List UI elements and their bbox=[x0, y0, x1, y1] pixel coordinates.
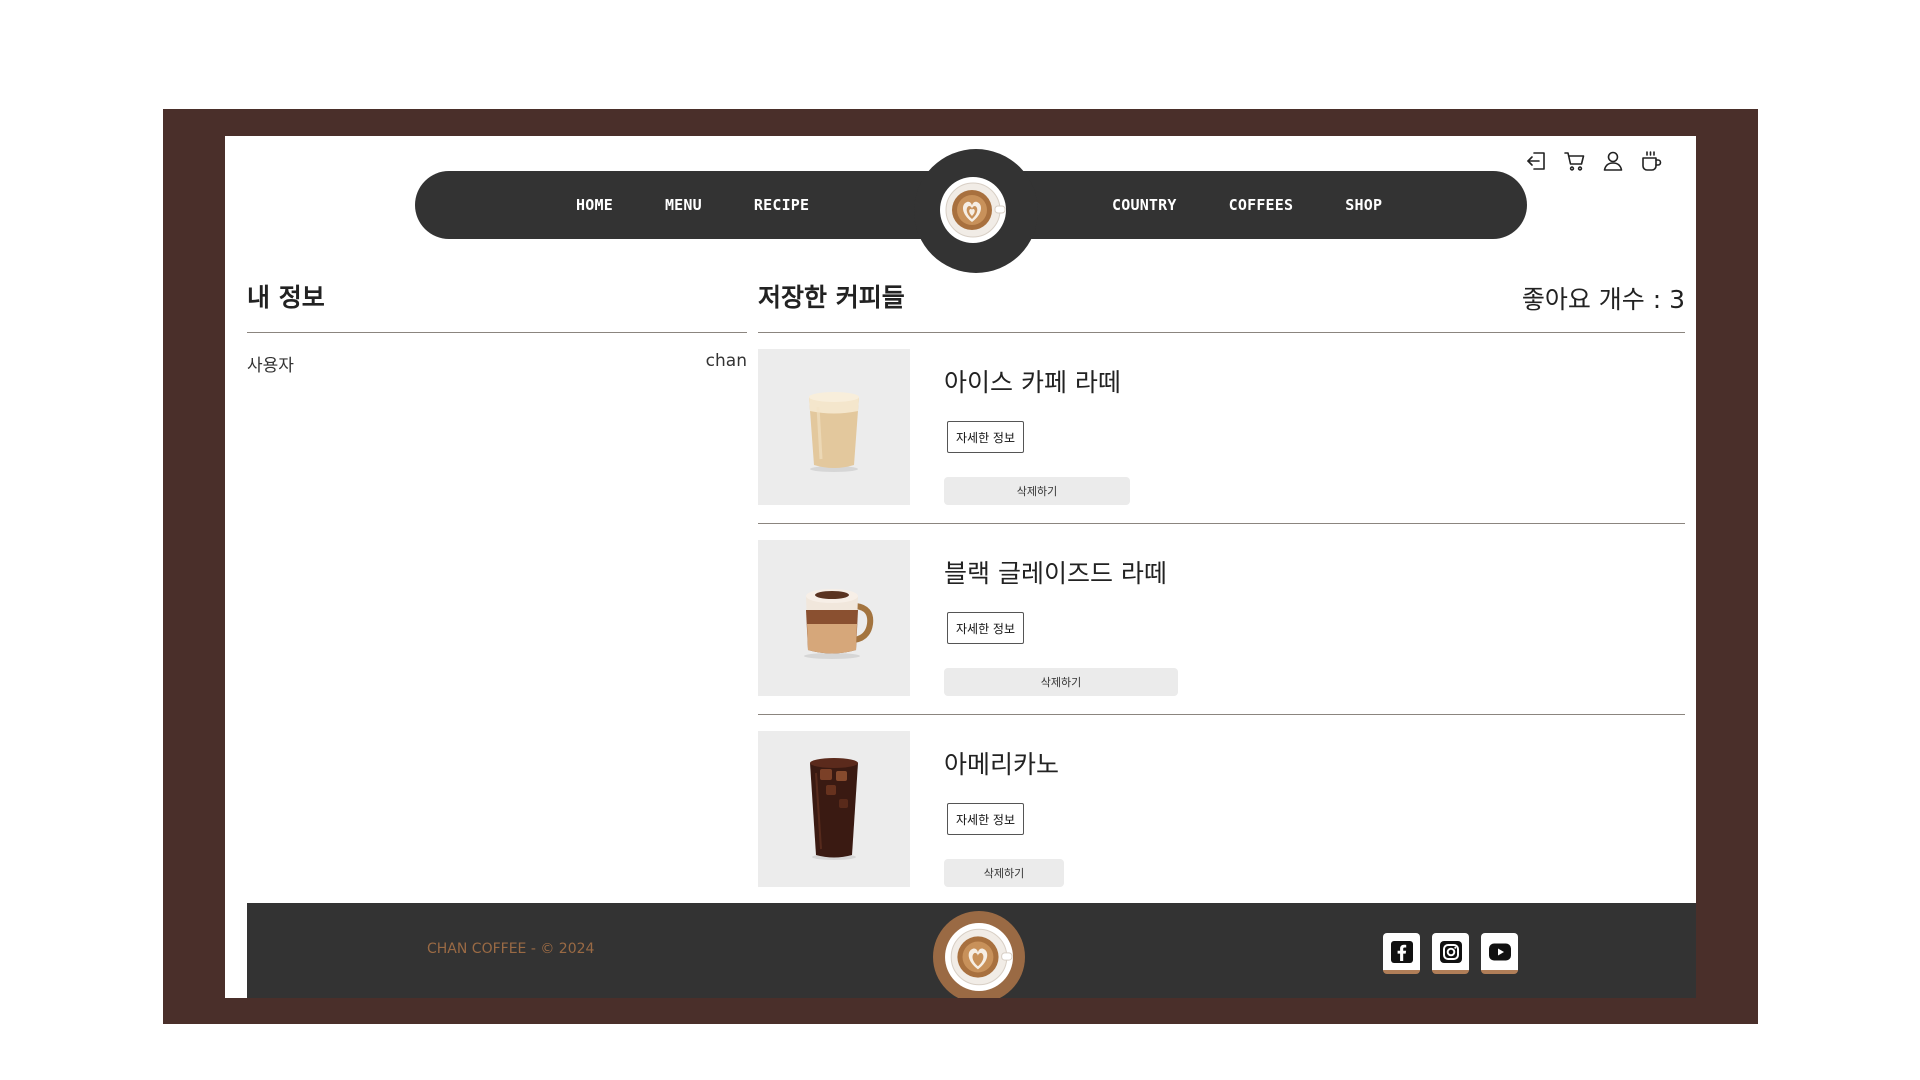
glazed-latte-mug-image bbox=[804, 589, 874, 659]
latte-art-logo[interactable] bbox=[939, 176, 1007, 244]
nav-right-links: COUNTRY COFFEES SHOP bbox=[1112, 171, 1382, 239]
coffee-image bbox=[758, 349, 910, 505]
nav-shop[interactable]: SHOP bbox=[1345, 196, 1382, 214]
user-label: 사용자 bbox=[247, 356, 294, 376]
user-icon[interactable] bbox=[1600, 148, 1626, 174]
page: HOME MENU RECIPE COUNTRY COFFEES SHOP 내 … bbox=[225, 136, 1696, 998]
detail-button[interactable]: 자세한 정보 bbox=[947, 421, 1025, 453]
coffee-item: 블랙 글레이즈드 라떼 자세한 정보 삭제하기 bbox=[758, 524, 1685, 715]
detail-button[interactable]: 자세한 정보 bbox=[947, 612, 1025, 644]
nav-menu[interactable]: MENU bbox=[665, 196, 702, 214]
user-info-row: 사용자 chan bbox=[247, 351, 747, 376]
user-value: chan bbox=[705, 351, 747, 371]
youtube-icon[interactable] bbox=[1481, 933, 1518, 974]
profile-title: 내 정보 bbox=[247, 283, 325, 312]
outer-frame: HOME MENU RECIPE COUNTRY COFFEES SHOP 내 … bbox=[163, 109, 1758, 1024]
header-utility-icons bbox=[1524, 148, 1664, 174]
coffee-cup-icon[interactable] bbox=[1638, 148, 1664, 174]
saved-coffees-section: 저장한 커피들 좋아요 개수 : 3 아이스 카페 라떼 자세한 정보 삭제하기… bbox=[758, 278, 1685, 905]
detail-button[interactable]: 자세한 정보 bbox=[947, 803, 1025, 835]
profile-section: 내 정보 사용자 chan bbox=[247, 278, 747, 376]
cart-icon[interactable] bbox=[1562, 148, 1588, 174]
iced-latte-image bbox=[809, 392, 859, 472]
facebook-icon[interactable] bbox=[1383, 933, 1420, 974]
login-icon[interactable] bbox=[1524, 148, 1550, 174]
coffee-name: 블랙 글레이즈드 라떼 bbox=[944, 559, 1167, 588]
nav-home[interactable]: HOME bbox=[576, 196, 613, 214]
coffee-item: 아메리카노 자세한 정보 삭제하기 bbox=[758, 715, 1685, 905]
delete-button[interactable]: 삭제하기 bbox=[944, 859, 1064, 887]
coffee-name: 아메리카노 bbox=[944, 750, 1060, 779]
profile-divider bbox=[247, 332, 747, 333]
instagram-icon[interactable] bbox=[1432, 933, 1469, 974]
coffee-image bbox=[758, 731, 910, 887]
coffee-image bbox=[758, 540, 910, 696]
copyright-text: CHAN COFFEE - © 2024 bbox=[427, 941, 595, 957]
delete-button[interactable]: 삭제하기 bbox=[944, 477, 1130, 505]
nav-country[interactable]: COUNTRY bbox=[1112, 196, 1177, 214]
footer-latte-logo[interactable] bbox=[944, 922, 1014, 992]
delete-button[interactable]: 삭제하기 bbox=[944, 668, 1178, 696]
nav-left-links: HOME MENU RECIPE bbox=[576, 171, 809, 239]
nav-coffees[interactable]: COFFEES bbox=[1229, 196, 1294, 214]
footer: CHAN COFFEE - © 2024 bbox=[247, 903, 1696, 998]
iced-americano-image bbox=[810, 758, 858, 860]
saved-title: 저장한 커피들 bbox=[758, 283, 905, 312]
social-links bbox=[1383, 933, 1518, 974]
coffee-item: 아이스 카페 라떼 자세한 정보 삭제하기 bbox=[758, 333, 1685, 524]
saved-header: 저장한 커피들 좋아요 개수 : 3 bbox=[758, 278, 1685, 318]
nav-recipe[interactable]: RECIPE bbox=[754, 196, 809, 214]
like-count: 좋아요 개수 : 3 bbox=[1521, 285, 1685, 314]
coffee-name: 아이스 카페 라떼 bbox=[944, 368, 1121, 397]
